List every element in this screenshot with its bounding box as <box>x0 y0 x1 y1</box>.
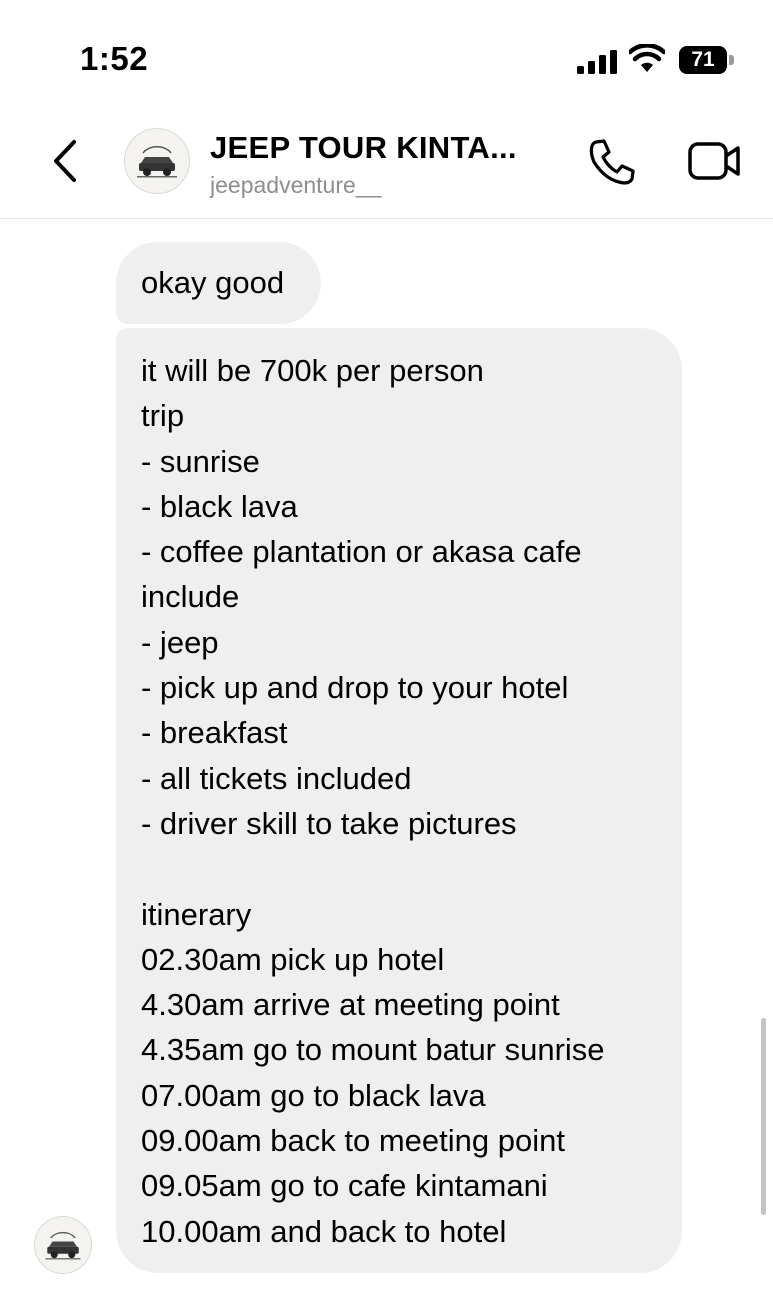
battery-indicator: 71 <box>679 46 735 74</box>
message-line: include <box>141 579 240 615</box>
message-line: - jeep <box>141 624 219 660</box>
contact-handle[interactable]: jeepadventure__ <box>210 172 381 199</box>
cellular-signal-icon <box>577 50 617 74</box>
message-line: 09.00am back to meeting point <box>141 1123 565 1159</box>
video-camera-icon[interactable] <box>688 140 742 182</box>
status-bar: 1:52 71 <box>0 0 773 110</box>
message-line <box>141 846 682 891</box>
message-line: - coffee plantation or akasa cafe <box>141 534 582 570</box>
battery-level: 71 <box>679 46 727 74</box>
message-line: 02.30am pick up hotel <box>141 941 445 977</box>
jeep-logo-icon <box>137 146 177 178</box>
message-line: 10.00am and back to hotel <box>141 1213 507 1249</box>
message-line: - sunrise <box>141 443 260 479</box>
message-line: - pick up and drop to your hotel <box>141 670 569 706</box>
message-line: - driver skill to take pictures <box>141 805 517 841</box>
battery-tip <box>729 55 734 65</box>
chevron-left-icon[interactable] <box>46 136 86 186</box>
message-bubble[interactable]: it will be 700k per person trip - sunris… <box>116 328 682 1273</box>
status-time: 1:52 <box>80 40 149 77</box>
message-text: okay good <box>141 265 285 300</box>
message-bubble[interactable]: okay good <box>116 242 321 324</box>
message-line: - black lava <box>141 488 298 524</box>
wifi-icon <box>629 44 665 72</box>
chat-header: JEEP TOUR KINTA... jeepadventure__ <box>0 110 773 219</box>
message-line: 07.00am go to black lava <box>141 1077 486 1113</box>
message-line: - breakfast <box>141 715 288 751</box>
sender-avatar[interactable] <box>34 1216 92 1274</box>
contact-name[interactable]: JEEP TOUR KINTA... <box>210 130 517 166</box>
message-line: itinerary <box>141 896 252 932</box>
message-line: trip <box>141 398 185 434</box>
message-line: - all tickets included <box>141 760 412 796</box>
message-line: 09.05am go to cafe kintamani <box>141 1168 548 1204</box>
message-line: 4.30am arrive at meeting point <box>141 987 560 1023</box>
avatar[interactable] <box>124 128 190 194</box>
message-line: 4.35am go to mount batur sunrise <box>141 1032 605 1068</box>
phone-icon[interactable] <box>586 136 638 188</box>
scrollbar[interactable] <box>761 1018 766 1215</box>
jeep-logo-icon <box>45 1231 81 1260</box>
message-line: it will be 700k per person <box>141 353 484 388</box>
